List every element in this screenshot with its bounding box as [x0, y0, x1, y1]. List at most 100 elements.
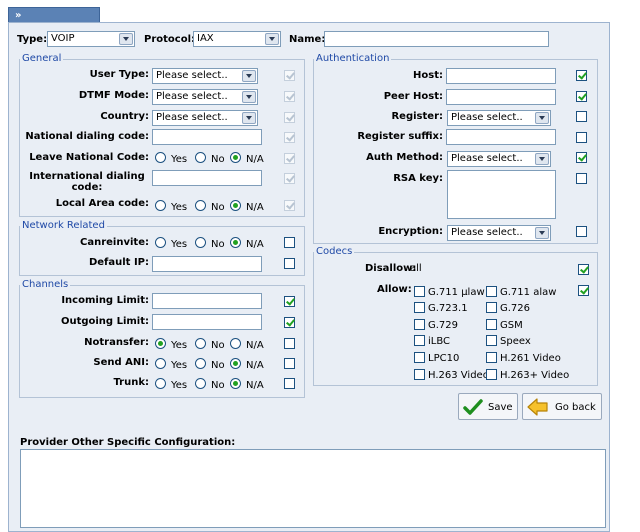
notransfer-no-radio[interactable]: [195, 338, 206, 349]
send-ani-no-radio[interactable]: [195, 358, 206, 369]
codec-speex-checkbox[interactable]: [486, 335, 497, 346]
international-dialing-code-input[interactable]: [152, 170, 262, 186]
register-suffix-input[interactable]: [446, 129, 556, 145]
notransfer-na-radio[interactable]: [230, 338, 241, 349]
arrow-left-icon: [527, 398, 548, 416]
codec-lpc10-checkbox[interactable]: [414, 352, 425, 363]
leave-national-yes-radio[interactable]: [155, 152, 166, 163]
register-checkbox[interactable]: [576, 111, 587, 122]
default-ip-checkbox[interactable]: [284, 258, 295, 269]
country-select[interactable]: Please select..: [152, 110, 258, 126]
codec-h263plus-checkbox[interactable]: [486, 369, 497, 380]
canreinvite-na-radio[interactable]: [230, 237, 241, 248]
send-ani-yes-radio[interactable]: [155, 358, 166, 369]
go-back-button[interactable]: Go back: [522, 393, 602, 420]
country-label: Country:: [100, 111, 149, 122]
go-back-button-label: Go back: [555, 402, 596, 413]
encryption-select[interactable]: Please select..: [447, 225, 551, 241]
register-select[interactable]: Please select..: [447, 110, 551, 126]
codec-g729-checkbox[interactable]: [414, 319, 425, 330]
country-checkbox[interactable]: [284, 112, 295, 123]
codec-g7231-checkbox[interactable]: [414, 302, 425, 313]
auth-method-checkbox[interactable]: [576, 152, 587, 163]
authentication-legend: Authentication: [314, 53, 392, 64]
disallow-label: Disallow:: [365, 263, 417, 274]
local-area-na-label: N/A: [246, 202, 264, 213]
send-ani-no-label: No: [211, 360, 225, 371]
local-area-checkbox[interactable]: [284, 200, 295, 211]
user-type-label: User Type:: [89, 69, 149, 80]
country-select-value: Please select..: [156, 112, 228, 123]
canreinvite-no-radio[interactable]: [195, 237, 206, 248]
leave-national-na-radio[interactable]: [230, 152, 241, 163]
encryption-checkbox[interactable]: [576, 226, 587, 237]
rsa-key-checkbox[interactable]: [576, 173, 587, 184]
dtmf-mode-checkbox[interactable]: [284, 91, 295, 102]
rsa-key-textarea[interactable]: [447, 170, 556, 219]
international-label-line2: code:: [71, 182, 103, 193]
host-checkbox[interactable]: [576, 70, 587, 81]
send-ani-checkbox[interactable]: [284, 358, 295, 369]
notransfer-checkbox[interactable]: [284, 338, 295, 349]
codec-h263-checkbox[interactable]: [414, 369, 425, 380]
register-suffix-checkbox[interactable]: [576, 132, 587, 143]
incoming-limit-checkbox[interactable]: [284, 296, 295, 307]
protocol-select[interactable]: IAX: [193, 31, 281, 47]
codec-g711-ulaw-checkbox[interactable]: [414, 286, 425, 297]
canreinvite-no-label: No: [211, 239, 225, 250]
international-dialing-code-checkbox[interactable]: [284, 173, 295, 184]
leave-national-code-label: Leave National Code:: [29, 152, 149, 163]
local-area-no-radio[interactable]: [195, 200, 206, 211]
save-button[interactable]: Save: [458, 393, 518, 420]
national-dialing-code-checkbox[interactable]: [284, 132, 295, 143]
codec-g711-alaw-checkbox[interactable]: [486, 286, 497, 297]
type-select[interactable]: VOIP: [47, 31, 135, 47]
auth-method-select[interactable]: Please select..: [447, 151, 551, 167]
codec-gsm-label: GSM: [500, 320, 523, 331]
incoming-limit-input[interactable]: [152, 293, 262, 309]
send-ani-label: Send ANI:: [93, 357, 149, 368]
rsa-key-label: RSA key:: [393, 173, 443, 184]
send-ani-na-label: N/A: [246, 360, 264, 371]
codec-ilbc-checkbox[interactable]: [414, 335, 425, 346]
chevron-down-icon: [535, 153, 549, 165]
name-input[interactable]: [324, 31, 549, 47]
host-input[interactable]: [446, 68, 556, 84]
outgoing-limit-input[interactable]: [152, 314, 262, 330]
codec-h261-checkbox[interactable]: [486, 352, 497, 363]
codec-g711-alaw-label: G.711 alaw: [500, 287, 557, 298]
send-ani-na-radio[interactable]: [230, 358, 241, 369]
local-area-na-radio[interactable]: [230, 200, 241, 211]
codec-g7231-label: G.723.1: [428, 303, 468, 314]
register-select-value: Please select..: [451, 112, 523, 123]
allow-checkbox[interactable]: [578, 285, 589, 296]
national-dialing-code-input[interactable]: [152, 129, 262, 145]
trunk-no-radio[interactable]: [195, 378, 206, 389]
canreinvite-yes-radio[interactable]: [155, 237, 166, 248]
user-type-select[interactable]: Please select..: [152, 68, 258, 84]
outgoing-limit-checkbox[interactable]: [284, 317, 295, 328]
provider-other-config-textarea[interactable]: [20, 449, 606, 528]
default-ip-input[interactable]: [152, 256, 262, 272]
user-type-checkbox[interactable]: [284, 70, 295, 81]
tab-configuration[interactable]: » Configuration: [8, 7, 100, 37]
canreinvite-checkbox[interactable]: [284, 237, 295, 248]
international-dialing-code-label: International dialing code:: [25, 171, 149, 193]
notransfer-yes-radio[interactable]: [155, 338, 166, 349]
leave-national-no-radio[interactable]: [195, 152, 206, 163]
trunk-checkbox[interactable]: [284, 378, 295, 389]
local-area-yes-radio[interactable]: [155, 200, 166, 211]
codec-gsm-checkbox[interactable]: [486, 319, 497, 330]
codec-g726-checkbox[interactable]: [486, 302, 497, 313]
trunk-na-radio[interactable]: [230, 378, 241, 389]
local-area-yes-label: Yes: [171, 202, 188, 213]
peer-host-checkbox[interactable]: [576, 91, 587, 102]
leave-national-checkbox[interactable]: [284, 153, 295, 164]
peer-host-input[interactable]: [446, 89, 556, 105]
allow-label: Allow:: [377, 284, 412, 295]
provider-other-config-label: Provider Other Specific Configuration:: [20, 437, 236, 448]
trunk-yes-radio[interactable]: [155, 378, 166, 389]
disallow-checkbox[interactable]: [578, 264, 589, 275]
codec-h263-label: H.263 Video: [428, 370, 489, 381]
dtmf-mode-select[interactable]: Please select..: [152, 89, 258, 105]
